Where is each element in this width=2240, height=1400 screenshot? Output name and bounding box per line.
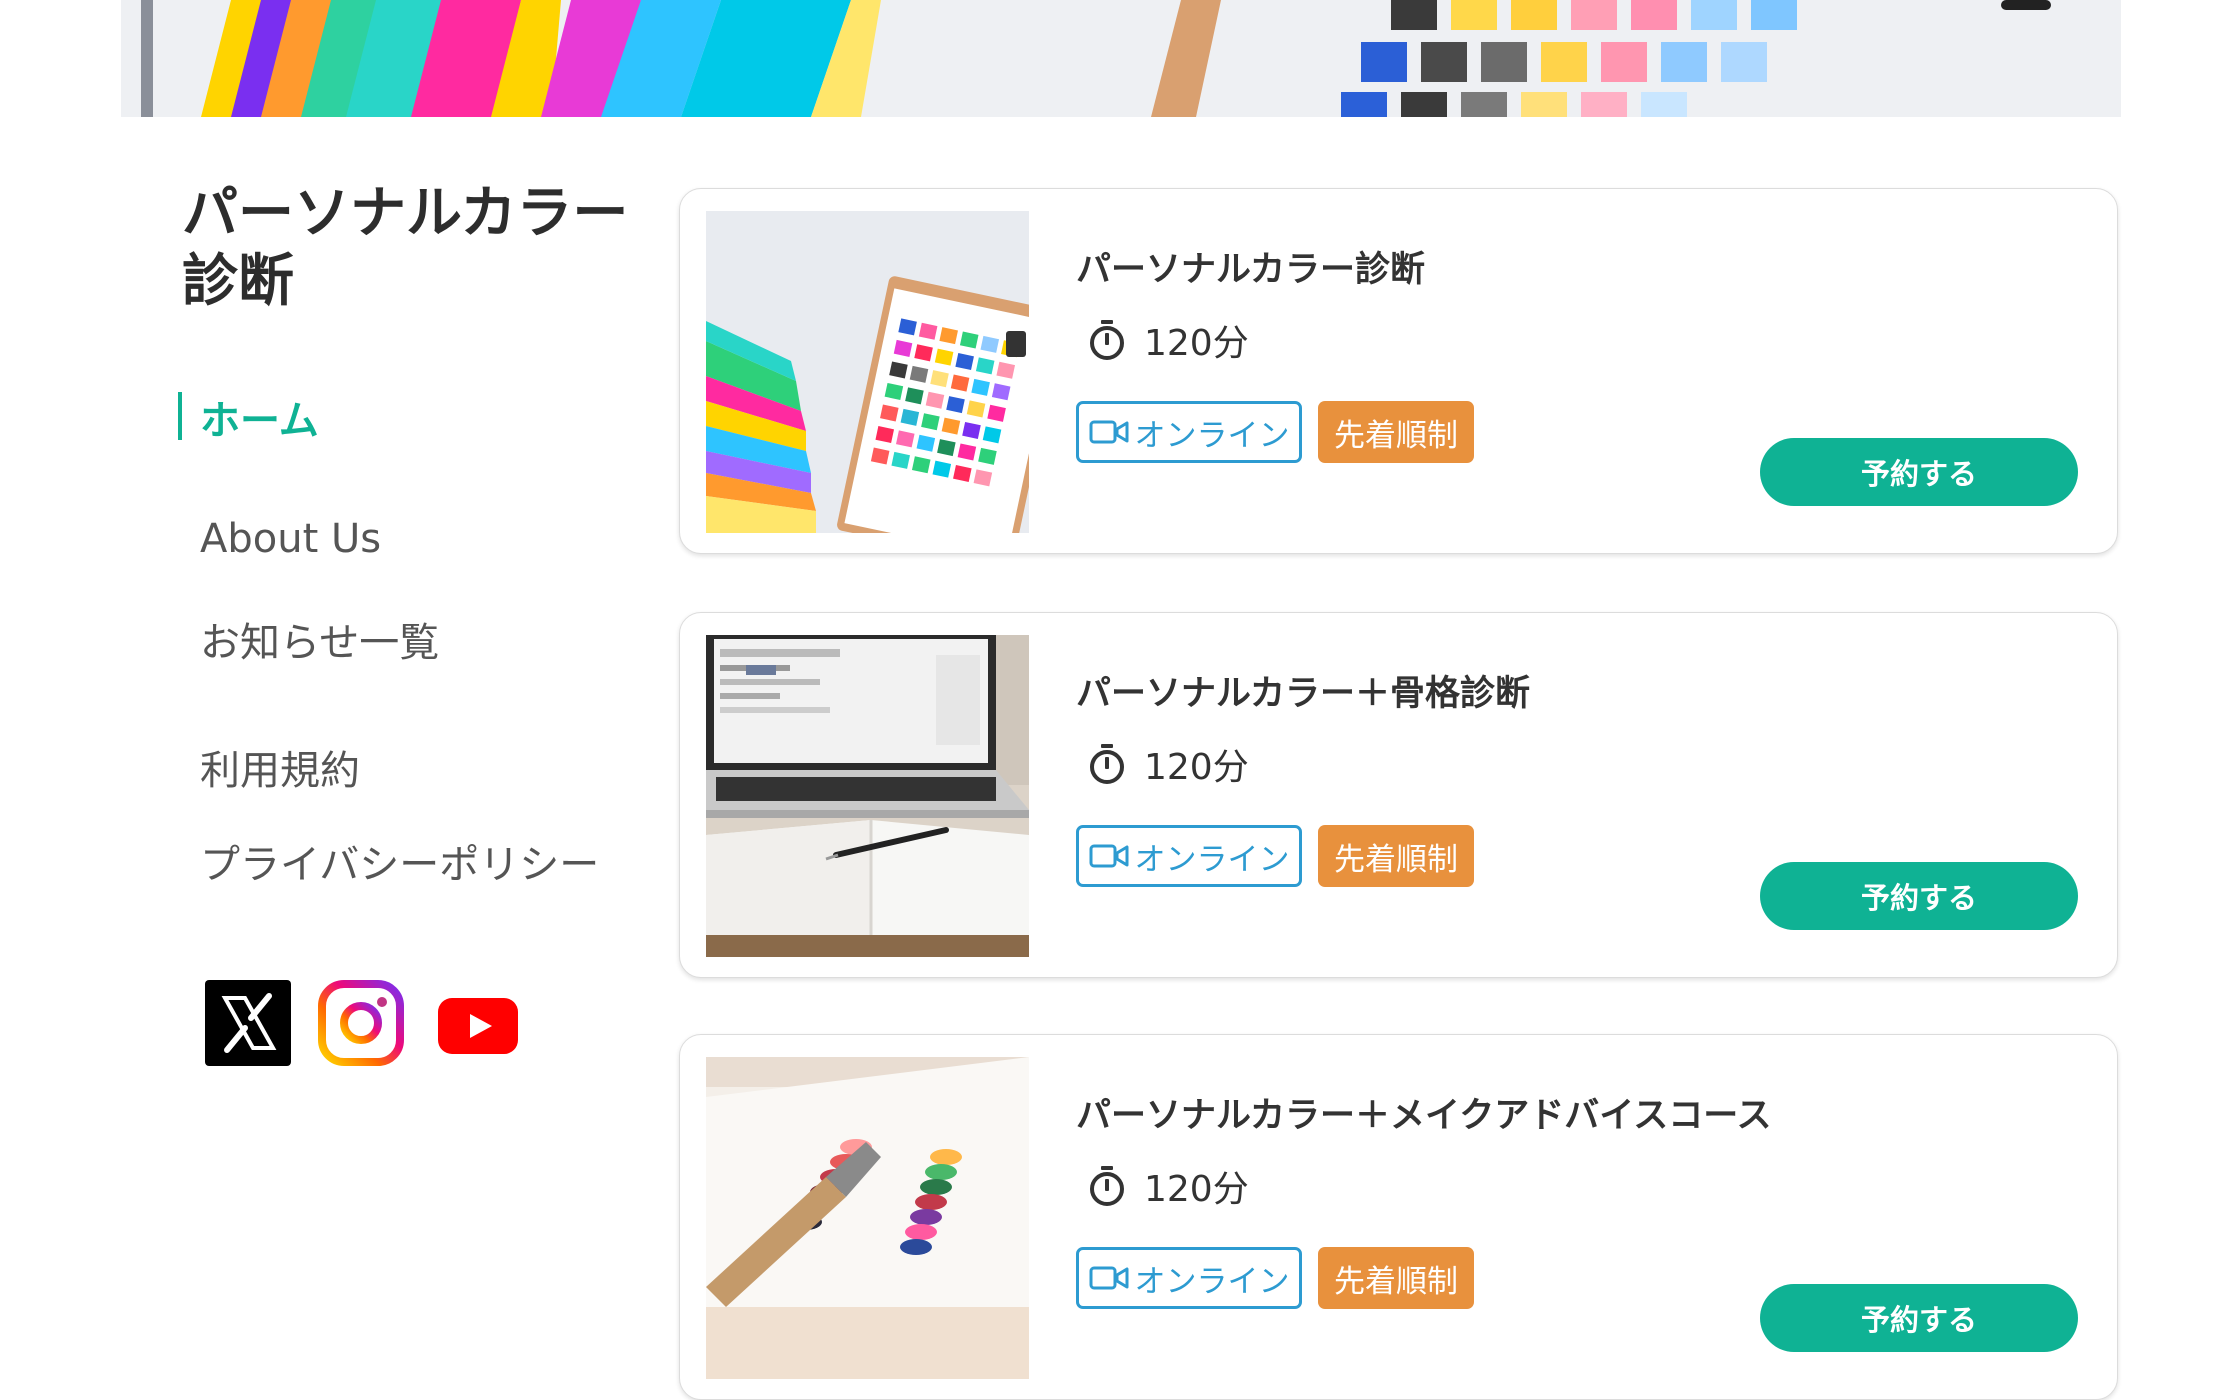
course-title: パーソナルカラー診断 xyxy=(1076,250,1425,290)
nav-item-privacy-policy[interactable]: プライバシーポリシー xyxy=(178,832,599,890)
timer-icon xyxy=(1090,320,1124,360)
nav-item-terms[interactable]: 利用規約 xyxy=(178,738,360,796)
instagram-icon[interactable] xyxy=(318,980,404,1070)
course-title: パーソナルカラー＋骨格診断 xyxy=(1076,674,1530,714)
video-camera-icon xyxy=(1089,844,1128,868)
youtube-icon[interactable] xyxy=(438,998,518,1058)
course-tags: オンライン 先着順制 xyxy=(1076,825,1474,887)
course-image-laptop xyxy=(706,635,1029,957)
video-camera-icon xyxy=(1089,420,1128,444)
hero-banner-image xyxy=(121,0,2121,117)
course-duration: 120分 xyxy=(1088,317,1249,364)
timer-icon xyxy=(1090,744,1124,784)
nav-item-news[interactable]: お知らせ一覧 xyxy=(178,610,439,668)
course-tags: オンライン 先着順制 xyxy=(1076,401,1474,463)
course-card: パーソナルカラー＋メイクアドバイスコース 120分 オンライン 先着順制 予約す… xyxy=(679,1034,2118,1400)
course-title: パーソナルカラー＋メイクアドバイスコース xyxy=(1076,1096,1772,1136)
online-tag-label: オンライン xyxy=(1134,841,1290,878)
course-duration: 120分 xyxy=(1088,1163,1249,1210)
timer-icon xyxy=(1090,1166,1124,1206)
first-come-tag: 先着順制 xyxy=(1318,1247,1474,1309)
book-button[interactable]: 予約する xyxy=(1760,1284,2078,1352)
x-icon[interactable] xyxy=(205,980,291,1070)
course-tags: オンライン 先着順制 xyxy=(1076,1247,1474,1309)
course-duration: 120分 xyxy=(1088,741,1249,788)
course-duration-text: 120分 xyxy=(1144,323,1249,364)
online-tag-label: オンライン xyxy=(1134,417,1290,454)
nav-item-about-us[interactable]: About Us xyxy=(178,516,381,562)
course-card: パーソナルカラー＋骨格診断 120分 オンライン 先着順制 予約する xyxy=(679,612,2118,978)
online-tag: オンライン xyxy=(1076,401,1302,463)
book-button[interactable]: 予約する xyxy=(1760,438,2078,506)
course-card: パーソナルカラー診断 120分 オンライン 先着順制 予約する xyxy=(679,188,2118,554)
site-title: パーソナルカラー診断 xyxy=(182,181,629,314)
nav-item-home[interactable]: ホーム xyxy=(178,388,319,446)
course-image-color-swatches xyxy=(706,211,1029,533)
course-duration-text: 120分 xyxy=(1144,1169,1249,1210)
first-come-tag: 先着順制 xyxy=(1318,401,1474,463)
online-tag: オンライン xyxy=(1076,825,1302,887)
first-come-tag: 先着順制 xyxy=(1318,825,1474,887)
book-button[interactable]: 予約する xyxy=(1760,862,2078,930)
online-tag-label: オンライン xyxy=(1134,1263,1290,1300)
course-duration-text: 120分 xyxy=(1144,747,1249,788)
online-tag: オンライン xyxy=(1076,1247,1302,1309)
video-camera-icon xyxy=(1089,1266,1128,1290)
course-image-nail-palette xyxy=(706,1057,1029,1379)
